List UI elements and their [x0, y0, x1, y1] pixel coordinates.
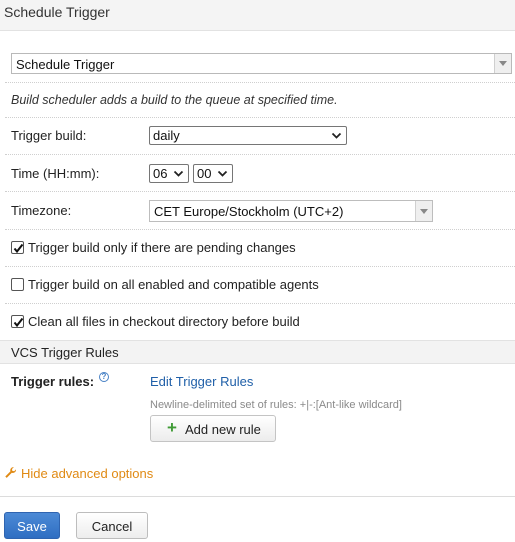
cancel-button[interactable]: Cancel — [76, 512, 148, 539]
timezone-value: CET Europe/Stockholm (UTC+2) — [154, 204, 344, 219]
trigger-rules-hint: Newline-delimited set of rules: +|-:[Ant… — [150, 399, 402, 411]
add-new-rule-label: Add new rule — [185, 422, 261, 437]
footer-divider — [0, 496, 515, 497]
hide-advanced-options-link[interactable]: Hide advanced options — [21, 466, 153, 481]
hour-select[interactable]: 06 — [149, 164, 189, 183]
vcs-section-title: VCS Trigger Rules — [11, 345, 119, 360]
time-label: Time (HH:mm): — [11, 166, 100, 181]
divider — [5, 229, 515, 230]
clean-checkout-checkbox[interactable] — [11, 315, 24, 328]
trigger-type-value: Schedule Trigger — [16, 57, 115, 72]
divider — [5, 191, 515, 192]
dropdown-arrow-icon[interactable] — [494, 54, 511, 73]
trigger-build-select[interactable]: daily — [149, 126, 347, 145]
trigger-description: Build scheduler adds a build to the queu… — [11, 93, 338, 107]
vcs-section-header: VCS Trigger Rules — [0, 340, 515, 364]
dialog-title: Schedule Trigger — [4, 4, 110, 20]
all-agents-checkbox[interactable] — [11, 278, 24, 291]
clean-checkout-label[interactable]: Clean all files in checkout directory be… — [28, 314, 300, 329]
minute-value: 00 — [197, 166, 212, 181]
plus-icon: + — [167, 418, 177, 437]
add-new-rule-button[interactable]: + Add new rule — [150, 415, 276, 442]
chevron-down-icon — [217, 170, 228, 177]
divider — [5, 266, 515, 267]
wrench-icon — [5, 467, 17, 478]
trigger-build-label: Trigger build: — [11, 128, 87, 143]
chevron-down-icon — [173, 170, 184, 177]
trigger-build-value: daily — [153, 128, 180, 143]
checkmark-icon — [13, 317, 24, 328]
minute-select[interactable]: 00 — [193, 164, 233, 183]
timezone-label: Timezone: — [11, 203, 72, 218]
hour-value: 06 — [153, 166, 168, 181]
pending-changes-checkbox[interactable] — [11, 241, 24, 254]
divider — [5, 303, 515, 304]
pending-changes-label[interactable]: Trigger build only if there are pending … — [28, 240, 296, 255]
save-label: Save — [17, 519, 47, 534]
dropdown-arrow-icon[interactable] — [415, 201, 432, 221]
help-icon[interactable]: ? — [99, 372, 109, 382]
divider — [5, 117, 515, 118]
dialog-header: Schedule Trigger — [0, 0, 515, 31]
trigger-type-select[interactable]: Schedule Trigger — [11, 53, 512, 74]
divider — [5, 82, 515, 83]
cancel-label: Cancel — [91, 519, 133, 534]
save-button[interactable]: Save — [4, 512, 60, 539]
divider — [5, 154, 515, 155]
timezone-select[interactable]: CET Europe/Stockholm (UTC+2) — [149, 200, 433, 222]
all-agents-label[interactable]: Trigger build on all enabled and compati… — [28, 277, 319, 292]
edit-trigger-rules-link[interactable]: Edit Trigger Rules — [150, 374, 253, 389]
chevron-down-icon — [331, 132, 342, 139]
trigger-rules-label: Trigger rules: — [11, 374, 95, 389]
checkmark-icon — [13, 243, 24, 254]
